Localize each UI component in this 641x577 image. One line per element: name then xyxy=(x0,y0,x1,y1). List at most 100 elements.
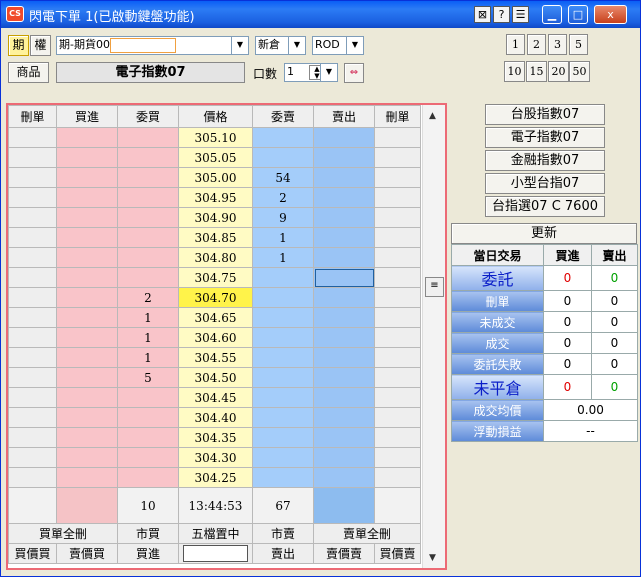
sell-cell[interactable] xyxy=(313,307,375,328)
sell-cell[interactable] xyxy=(313,147,375,168)
price-cell[interactable]: 305.05 xyxy=(178,147,253,168)
price-cell[interactable]: 304.45 xyxy=(178,387,253,408)
cancel-buy-cell[interactable] xyxy=(8,367,57,388)
qty-preset-button[interactable]: 20 xyxy=(548,61,569,82)
buy-cell[interactable] xyxy=(56,327,118,348)
quick-product-button[interactable]: 台股指數07 xyxy=(485,104,605,125)
buy-cell[interactable] xyxy=(56,447,118,468)
buy-cell[interactable] xyxy=(56,167,118,188)
sell-at-bid-button[interactable]: 買價賣 xyxy=(374,543,421,564)
cancel-buy-cell[interactable] xyxy=(8,207,57,228)
cancel-buy-cell[interactable] xyxy=(8,227,57,248)
sell-cell[interactable] xyxy=(313,447,375,468)
sell-cell[interactable] xyxy=(313,167,375,188)
cancel-sell-cell[interactable] xyxy=(374,327,421,348)
cancel-buy-cell[interactable] xyxy=(8,387,57,408)
buy-cell[interactable] xyxy=(56,387,118,408)
product-button[interactable]: 商品 xyxy=(8,62,49,83)
options-mode-button[interactable]: 權 xyxy=(30,35,51,56)
settings-icon[interactable]: ☰ xyxy=(512,6,529,23)
cancel-buy-cell[interactable] xyxy=(8,267,57,288)
qty-preset-button[interactable]: 1 xyxy=(506,34,525,55)
cancel-sell-cell[interactable] xyxy=(374,347,421,368)
chevron-down-icon[interactable]: ▼ xyxy=(346,37,363,54)
cancel-sell-cell[interactable] xyxy=(374,247,421,268)
scroll-up-icon[interactable]: ▲ xyxy=(429,111,436,121)
center-five-levels-button[interactable]: 五檔置中 xyxy=(178,523,253,544)
cancel-buy-cell[interactable] xyxy=(8,247,57,268)
cancel-sell-cell[interactable] xyxy=(374,407,421,428)
cancel-sell-cell[interactable] xyxy=(374,127,421,148)
price-cell[interactable]: 304.95 xyxy=(178,187,253,208)
qty-preset-button[interactable]: 5 xyxy=(569,34,588,55)
price-cell[interactable]: 304.55 xyxy=(178,347,253,368)
quick-product-button[interactable]: 金融指數07 xyxy=(485,150,605,171)
buy-at-bid-button[interactable]: 買價買 xyxy=(8,543,57,564)
buy-cell[interactable] xyxy=(56,147,118,168)
chevron-down-icon[interactable]: ▼ xyxy=(288,37,305,54)
cancel-buy-cell[interactable] xyxy=(8,327,57,348)
cancel-sell-cell[interactable] xyxy=(374,147,421,168)
buy-cell[interactable] xyxy=(56,207,118,228)
sell-button[interactable]: 賣出 xyxy=(252,543,314,564)
price-cell[interactable]: 304.30 xyxy=(178,447,253,468)
cancel-buy-cell[interactable] xyxy=(8,347,57,368)
quick-product-button[interactable]: 小型台指07 xyxy=(485,173,605,194)
chevron-down-icon[interactable]: ▼ xyxy=(320,64,337,81)
swap-icon[interactable]: ⇔ xyxy=(344,63,364,83)
sell-cell[interactable] xyxy=(313,347,375,368)
cancel-buy-cell[interactable] xyxy=(8,167,57,188)
cancel-sell-cell[interactable] xyxy=(374,427,421,448)
buy-cell[interactable] xyxy=(56,187,118,208)
help-button[interactable]: ? xyxy=(493,6,510,23)
cancel-sell-cell[interactable] xyxy=(374,467,421,488)
refresh-button[interactable]: 更新 xyxy=(451,223,637,244)
price-cell[interactable]: 304.35 xyxy=(178,427,253,448)
cancel-sell-cell[interactable] xyxy=(374,307,421,328)
cancel-sell-cell[interactable] xyxy=(374,267,421,288)
quick-product-button[interactable]: 台指選07 C 7600 xyxy=(485,196,605,217)
chevron-down-icon[interactable]: ▼ xyxy=(231,37,248,54)
market-buy-button[interactable]: 市買 xyxy=(117,523,179,544)
cancel-sell-cell[interactable] xyxy=(374,447,421,468)
qty-preset-button[interactable]: 2 xyxy=(527,34,546,55)
price-cell[interactable]: 304.85 xyxy=(178,227,253,248)
cancel-buy-cell[interactable] xyxy=(8,127,57,148)
minimize-button[interactable]: ▁ xyxy=(542,5,562,24)
sell-cell[interactable] xyxy=(313,367,375,388)
quick-product-button[interactable]: 電子指數07 xyxy=(485,127,605,148)
cancel-buy-cell[interactable] xyxy=(8,147,57,168)
buy-cell[interactable] xyxy=(56,287,118,308)
buy-cell[interactable] xyxy=(56,247,118,268)
order-type-select[interactable]: 新倉 ▼ xyxy=(255,36,306,55)
contract-code-input[interactable] xyxy=(110,38,176,53)
price-cell[interactable]: 304.50 xyxy=(178,367,253,388)
price-cell[interactable]: 304.65 xyxy=(178,307,253,328)
sell-cell[interactable] xyxy=(313,267,375,288)
sell-cell[interactable] xyxy=(313,207,375,228)
cancel-sell-cell[interactable] xyxy=(374,367,421,388)
price-cell[interactable]: 304.90 xyxy=(178,207,253,228)
cancel-buy-cell[interactable] xyxy=(8,287,57,308)
sell-cell[interactable] xyxy=(313,427,375,448)
scroll-thumb[interactable]: ≡ xyxy=(425,277,444,297)
sell-cell[interactable] xyxy=(313,407,375,428)
market-sell-button[interactable]: 市賣 xyxy=(252,523,314,544)
scroll-down-icon[interactable]: ▼ xyxy=(429,553,436,563)
buy-cell[interactable] xyxy=(56,127,118,148)
time-in-force-select[interactable]: ROD ▼ xyxy=(312,36,364,55)
buy-cell[interactable] xyxy=(56,307,118,328)
buy-button[interactable]: 買進 xyxy=(117,543,179,564)
price-cell[interactable]: 305.10 xyxy=(178,127,253,148)
sell-cell[interactable] xyxy=(313,467,375,488)
cancel-sell-cell[interactable] xyxy=(374,287,421,308)
cancel-sell-cell[interactable] xyxy=(374,187,421,208)
price-cell[interactable]: 304.75 xyxy=(178,267,253,288)
buy-cell[interactable] xyxy=(56,467,118,488)
qty-stepper[interactable]: 1 ▲ ▼ ▼ xyxy=(284,63,338,82)
qty-preset-button[interactable]: 10 xyxy=(504,61,525,82)
buy-at-ask-button[interactable]: 賣價買 xyxy=(56,543,118,564)
price-cell[interactable]: 305.00 xyxy=(178,167,253,188)
buy-cell[interactable] xyxy=(56,427,118,448)
cancel-buy-cell[interactable] xyxy=(8,187,57,208)
